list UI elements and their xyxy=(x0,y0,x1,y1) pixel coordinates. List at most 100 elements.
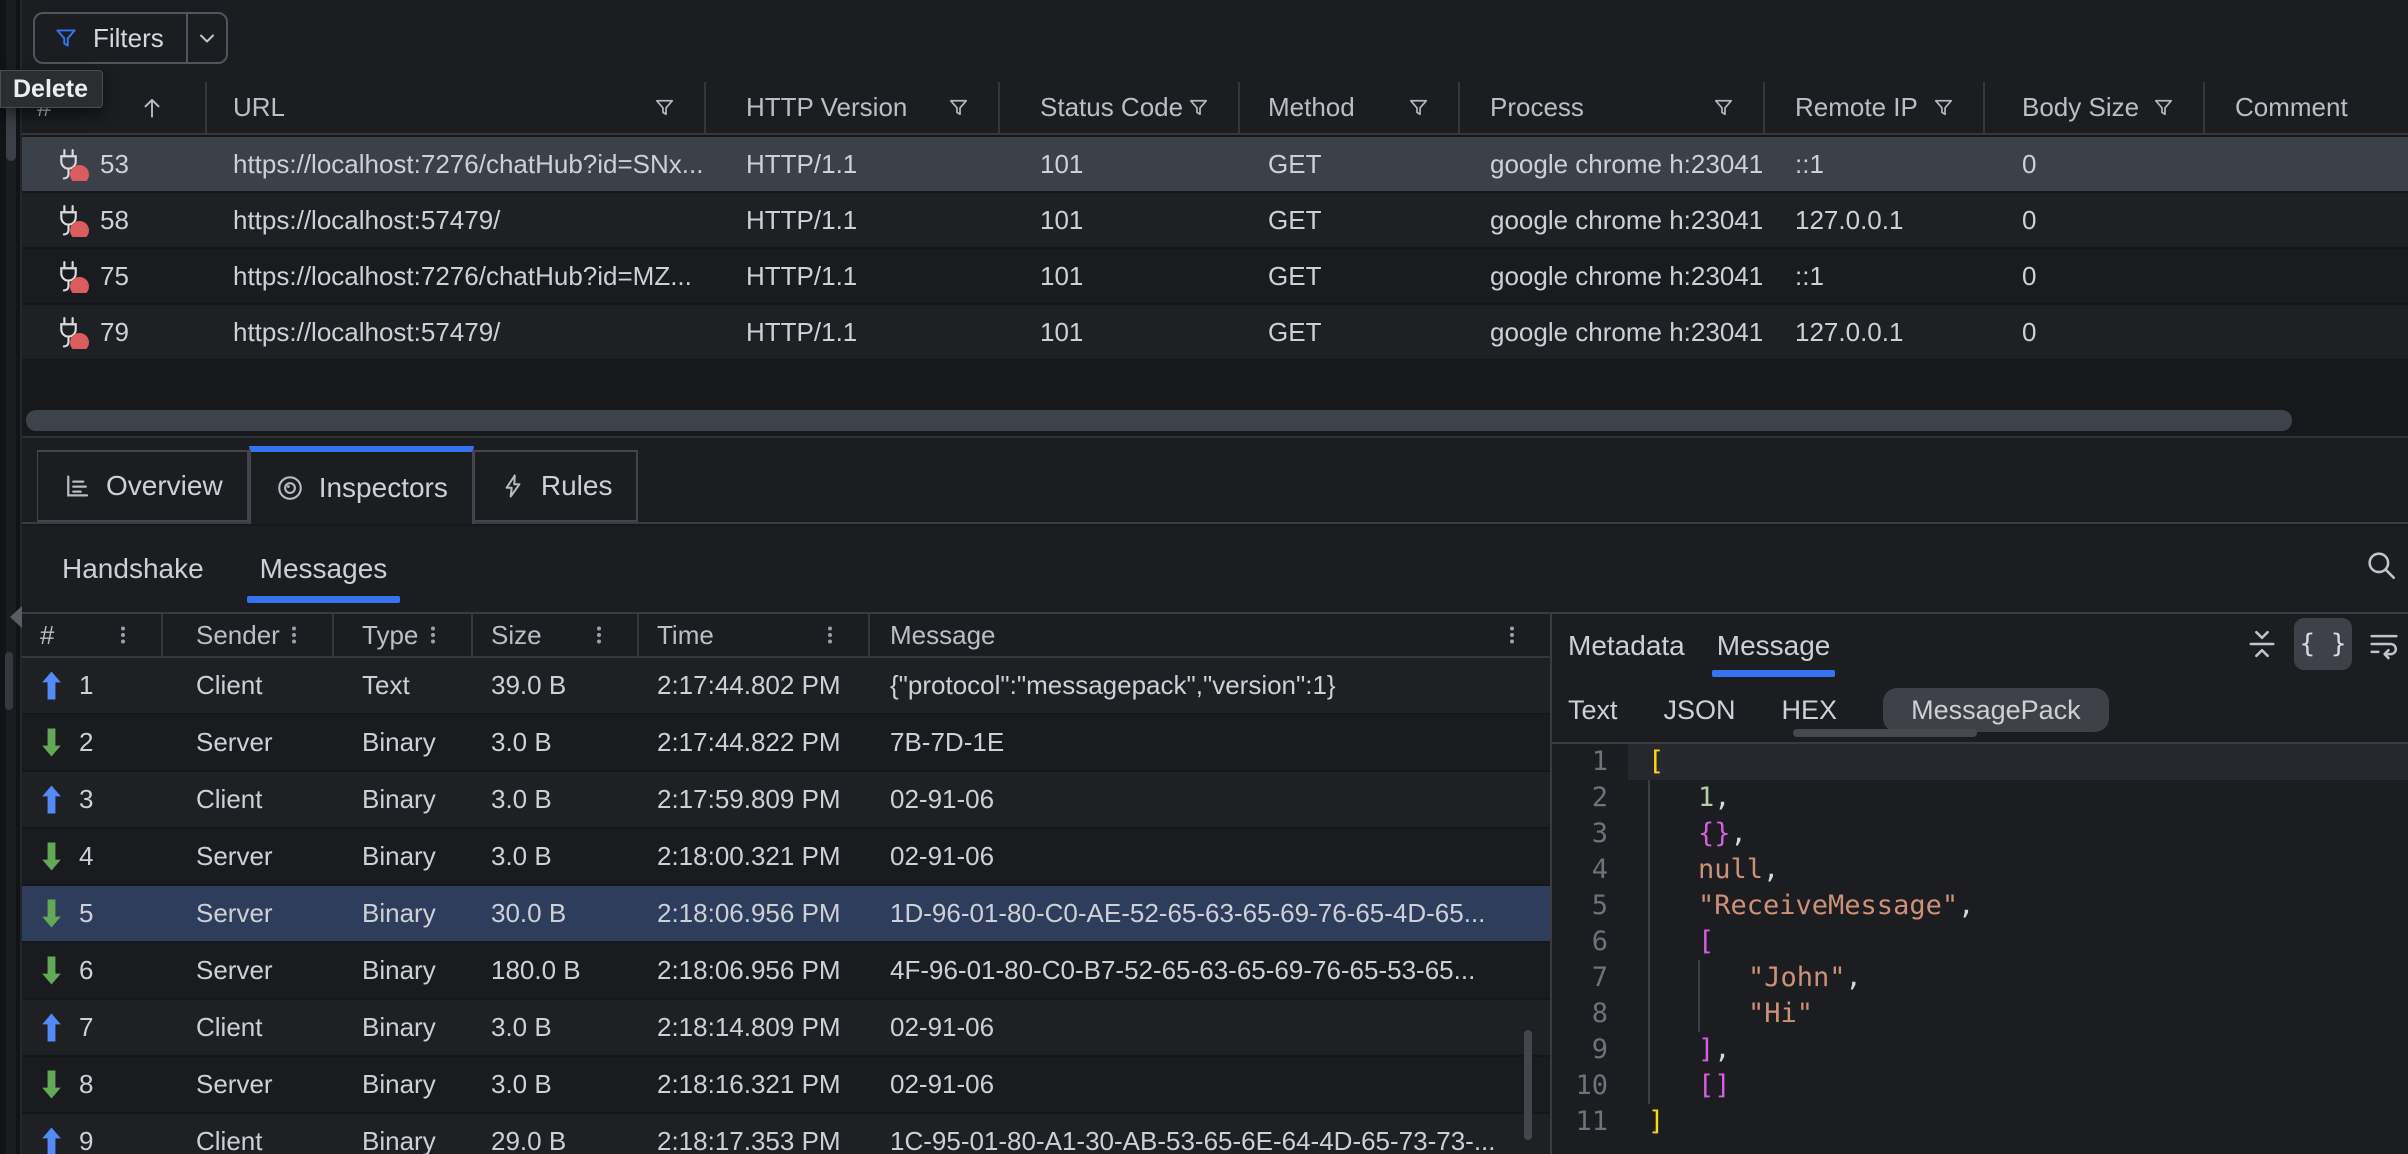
messagepack-code-viewer[interactable]: 1[21,3{},4null,5"ReceiveMessage",6[7"Joh… xyxy=(1552,744,2408,1154)
column-filter-icon[interactable] xyxy=(1187,96,1210,119)
word-wrap-icon[interactable] xyxy=(2366,626,2402,662)
sent-arrow-up-icon xyxy=(40,784,63,815)
column-menu-icon[interactable] xyxy=(111,623,135,647)
column-filter-icon[interactable] xyxy=(1407,96,1430,119)
line-number: 5 xyxy=(1552,888,1628,924)
bottom-split: #SenderTypeSizeTime Message 1ClientText39… xyxy=(22,612,2408,1154)
curly-braces-icon[interactable]: { } xyxy=(2294,618,2352,670)
message-number-cell: 8 xyxy=(22,1069,163,1100)
tab-rules[interactable]: Rules xyxy=(474,450,639,522)
message-cell-type: Binary xyxy=(334,898,473,929)
detail-tab-message[interactable]: Message xyxy=(1717,630,1831,662)
code-line-content: 1, xyxy=(1628,780,2408,816)
detail-tab-metadata[interactable]: Metadata xyxy=(1568,630,1685,662)
message-row[interactable]: 1ClientText39.0 B2:17:44.802 PM{"protoco… xyxy=(22,658,1550,715)
column-menu-icon[interactable] xyxy=(818,623,842,647)
message-cell-time: 2:17:44.822 PM xyxy=(639,727,870,758)
session-cell-method: GET xyxy=(1240,205,1460,236)
code-line: 9], xyxy=(1552,1032,2408,1068)
subtab-handshake[interactable]: Handshake xyxy=(62,553,204,585)
column-menu-icon[interactable] xyxy=(421,623,445,647)
format-text[interactable]: Text xyxy=(1568,695,1618,726)
received-arrow-down-icon xyxy=(40,1069,63,1100)
code-token: ] xyxy=(1698,1032,1714,1068)
filters-dropdown-button[interactable] xyxy=(186,14,226,62)
collapse-icon[interactable] xyxy=(2244,626,2280,662)
main-tabstrip: OverviewInspectorsRules xyxy=(22,438,2408,524)
messages-scrollbar-thumb[interactable] xyxy=(1524,1030,1532,1140)
tab-overview[interactable]: Overview xyxy=(37,450,249,522)
delete-tooltip: Delete xyxy=(0,70,103,108)
column-header-url[interactable]: URL xyxy=(207,82,706,133)
message-row[interactable]: 2ServerBinary3.0 B2:17:44.822 PM7B-7D-1E xyxy=(22,715,1550,772)
code-line-content: {}, xyxy=(1628,816,2408,852)
session-row[interactable]: 75https://localhost:7276/chatHub?id=MZ..… xyxy=(22,249,2408,305)
message-row[interactable]: 4ServerBinary3.0 B2:18:00.321 PM02-91-06 xyxy=(22,829,1550,886)
search-icon[interactable] xyxy=(2364,548,2398,582)
session-cell-remote-ip: 127.0.0.1 xyxy=(1765,205,1985,236)
message-row[interactable]: 8ServerBinary3.0 B2:18:16.321 PM02-91-06 xyxy=(22,1057,1550,1114)
column-header-http-version[interactable]: HTTP Version xyxy=(706,82,1000,133)
session-cell-url: https://localhost:57479/ xyxy=(207,317,706,348)
column-header-sender[interactable]: Sender xyxy=(163,614,334,656)
column-header-method[interactable]: Method xyxy=(1240,82,1460,133)
message-row[interactable]: 3ClientBinary3.0 B2:17:59.809 PM02-91-06 xyxy=(22,772,1550,829)
left-scrollbar-thumb-lower[interactable] xyxy=(5,652,13,710)
column-header-label: Comment xyxy=(2235,92,2408,123)
session-row[interactable]: 58https://localhost:57479/HTTP/1.1101GET… xyxy=(22,193,2408,249)
format-json[interactable]: JSON xyxy=(1664,695,1736,726)
column-header-label: URL xyxy=(233,92,653,123)
code-token: [ xyxy=(1648,744,1664,780)
message-row[interactable]: 5ServerBinary30.0 B2:18:06.956 PM1D-96-0… xyxy=(22,886,1550,943)
session-cell-url: https://localhost:7276/chatHub?id=SNx... xyxy=(207,149,706,180)
column-header-process[interactable]: Process xyxy=(1460,82,1765,133)
filters-split-button[interactable]: Filters xyxy=(33,12,228,64)
format-scrollbar-thumb[interactable] xyxy=(1793,729,1977,737)
subtab-messages[interactable]: Messages xyxy=(260,553,388,585)
collapse-panel-arrow-icon[interactable] xyxy=(10,606,22,628)
indent-guide xyxy=(1698,996,1748,1032)
message-row[interactable]: 7ClientBinary3.0 B2:18:14.809 PM02-91-06 xyxy=(22,1000,1550,1057)
column-filter-icon[interactable] xyxy=(1932,96,1955,119)
message-cell-size: 30.0 B xyxy=(473,898,639,929)
column-filter-icon[interactable] xyxy=(947,96,970,119)
column-header-comment[interactable]: Comment xyxy=(2205,82,2408,133)
message-number-cell: 6 xyxy=(22,955,163,986)
sessions-table-body: 53https://localhost:7276/chatHub?id=SNx.… xyxy=(22,137,2408,361)
column-filter-icon[interactable] xyxy=(653,96,676,119)
message-detail-pane: Metadata Message { } Text JSON HEX MessagePa… xyxy=(1552,614,2408,1154)
column-header-time[interactable]: Time xyxy=(639,614,870,656)
message-row[interactable]: 6ServerBinary180.0 B2:18:06.956 PM4F-96-… xyxy=(22,943,1550,1000)
column-header-body-size[interactable]: Body Size xyxy=(1985,82,2205,133)
indent-guide xyxy=(1648,852,1698,888)
message-cell-time: 2:17:44.802 PM xyxy=(639,670,870,701)
column-filter-icon[interactable] xyxy=(1712,96,1735,119)
message-cell-time: 2:18:16.321 PM xyxy=(639,1069,870,1100)
column-header-remote-ip[interactable]: Remote IP xyxy=(1765,82,1985,133)
column-header-message[interactable]: Message xyxy=(870,614,1550,656)
message-row[interactable]: 9ClientBinary29.0 B2:18:17.353 PM1C-95-0… xyxy=(22,1114,1550,1154)
code-token: , xyxy=(1731,816,1747,852)
column-menu-icon[interactable] xyxy=(282,623,306,647)
column-header-label: Message xyxy=(890,620,1500,651)
indent-guide xyxy=(1648,924,1698,960)
line-number: 7 xyxy=(1552,960,1628,996)
column-header-type[interactable]: Type xyxy=(334,614,473,656)
column-header-col[interactable]: # xyxy=(22,614,163,656)
sessions-table-header: #URLHTTP VersionStatus CodeMethodProcess… xyxy=(22,82,2408,135)
horizontal-scrollbar-thumb[interactable] xyxy=(26,410,2292,431)
detail-toolbar-icons: { } xyxy=(2244,618,2402,670)
format-messagepack[interactable]: MessagePack xyxy=(1883,688,2109,732)
filters-button[interactable]: Filters xyxy=(35,14,186,62)
message-cell-time: 2:18:17.353 PM xyxy=(639,1126,870,1154)
column-header-status-code[interactable]: Status Code xyxy=(1000,82,1240,133)
session-row[interactable]: 53https://localhost:7276/chatHub?id=SNx.… xyxy=(22,137,2408,193)
column-filter-icon[interactable] xyxy=(2152,96,2175,119)
session-row[interactable]: 79https://localhost:57479/HTTP/1.1101GET… xyxy=(22,305,2408,361)
tab-inspectors[interactable]: Inspectors xyxy=(249,446,474,524)
column-menu-icon[interactable] xyxy=(587,623,611,647)
message-cell-time: 2:18:06.956 PM xyxy=(639,898,870,929)
column-menu-icon[interactable] xyxy=(1500,623,1524,647)
format-hex[interactable]: HEX xyxy=(1782,695,1838,726)
column-header-size[interactable]: Size xyxy=(473,614,639,656)
